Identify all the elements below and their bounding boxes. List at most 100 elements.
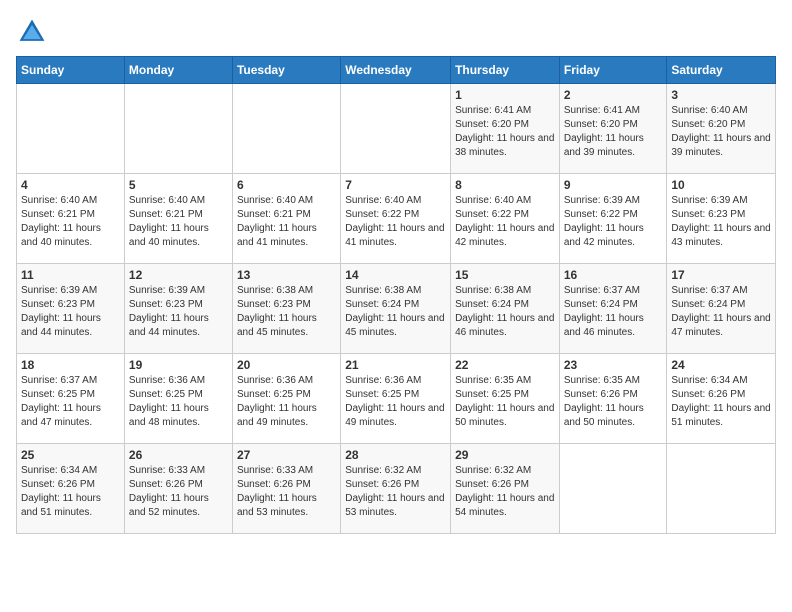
day-info: Sunrise: 6:36 AM Sunset: 6:25 PM Dayligh… xyxy=(129,374,228,430)
day-number: 27 xyxy=(237,448,336,462)
day-header-thursday: Thursday xyxy=(451,57,560,84)
day-info: Sunrise: 6:37 AM Sunset: 6:24 PM Dayligh… xyxy=(671,284,771,340)
calendar-cell: 9 Sunrise: 6:39 AM Sunset: 6:22 PM Daylig… xyxy=(559,174,667,264)
day-header-friday: Friday xyxy=(559,57,667,84)
calendar-cell xyxy=(667,444,776,534)
calendar-cell: 24 Sunrise: 6:34 AM Sunset: 6:26 PM Dayli… xyxy=(667,354,776,444)
day-info: Sunrise: 6:35 AM Sunset: 6:25 PM Dayligh… xyxy=(455,374,555,430)
calendar-cell: 20 Sunrise: 6:36 AM Sunset: 6:25 PM Dayli… xyxy=(232,354,340,444)
day-info: Sunrise: 6:39 AM Sunset: 6:23 PM Dayligh… xyxy=(129,284,228,340)
day-number: 23 xyxy=(564,358,663,372)
day-number: 2 xyxy=(564,88,663,102)
day-info: Sunrise: 6:40 AM Sunset: 6:22 PM Dayligh… xyxy=(455,194,555,250)
calendar-cell: 8 Sunrise: 6:40 AM Sunset: 6:22 PM Daylig… xyxy=(451,174,560,264)
logo xyxy=(16,16,52,48)
calendar-cell xyxy=(232,84,340,174)
day-number: 14 xyxy=(345,268,446,282)
day-number: 25 xyxy=(21,448,120,462)
day-number: 20 xyxy=(237,358,336,372)
calendar-cell xyxy=(559,444,667,534)
calendar-table: SundayMondayTuesdayWednesdayThursdayFrid… xyxy=(16,56,776,534)
day-info: Sunrise: 6:39 AM Sunset: 6:23 PM Dayligh… xyxy=(671,194,771,250)
calendar-cell: 7Sunrise: 6:40 AM Sunset: 6:22 PM Daylig… xyxy=(341,174,451,264)
day-info: Sunrise: 6:34 AM Sunset: 6:26 PM Dayligh… xyxy=(671,374,771,430)
day-number: 5 xyxy=(129,178,228,192)
calendar-cell: 17 Sunrise: 6:37 AM Sunset: 6:24 PM Dayli… xyxy=(667,264,776,354)
calendar-cell: 13 Sunrise: 6:38 AM Sunset: 6:23 PM Dayli… xyxy=(232,264,340,354)
calendar-cell: 28 Sunrise: 6:32 AM Sunset: 6:26 PM Dayli… xyxy=(341,444,451,534)
day-number: 11 xyxy=(21,268,120,282)
day-number: 12 xyxy=(129,268,228,282)
day-number: 8 xyxy=(455,178,555,192)
day-number: 10 xyxy=(671,178,771,192)
calendar-cell: 22 Sunrise: 6:35 AM Sunset: 6:25 PM Dayli… xyxy=(451,354,560,444)
calendar-cell: 26 Sunrise: 6:33 AM Sunset: 6:26 PM Dayli… xyxy=(124,444,232,534)
day-number: 16 xyxy=(564,268,663,282)
calendar-cell: 27 Sunrise: 6:33 AM Sunset: 6:26 PM Dayli… xyxy=(232,444,340,534)
calendar-cell: 23 Sunrise: 6:35 AM Sunset: 6:26 PM Dayli… xyxy=(559,354,667,444)
day-info: Sunrise: 6:32 AM Sunset: 6:26 PM Dayligh… xyxy=(455,464,555,520)
day-header-sunday: Sunday xyxy=(17,57,125,84)
day-info: Sunrise: 6:40 AM Sunset: 6:21 PM Dayligh… xyxy=(129,194,228,250)
day-number: 19 xyxy=(129,358,228,372)
day-number: 22 xyxy=(455,358,555,372)
day-info: Sunrise: 6:33 AM Sunset: 6:26 PM Dayligh… xyxy=(237,464,336,520)
calendar-cell: 21 Sunrise: 6:36 AM Sunset: 6:25 PM Dayli… xyxy=(341,354,451,444)
day-info: Sunrise: 6:38 AM Sunset: 6:24 PM Dayligh… xyxy=(455,284,555,340)
calendar-cell: 15 Sunrise: 6:38 AM Sunset: 6:24 PM Dayli… xyxy=(451,264,560,354)
day-info: Sunrise: 6:37 AM Sunset: 6:24 PM Dayligh… xyxy=(564,284,663,340)
logo-icon xyxy=(16,16,48,48)
calendar-cell: 12 Sunrise: 6:39 AM Sunset: 6:23 PM Dayli… xyxy=(124,264,232,354)
day-number: 15 xyxy=(455,268,555,282)
day-info: Sunrise: 6:38 AM Sunset: 6:24 PM Dayligh… xyxy=(345,284,446,340)
calendar-cell: 14 Sunrise: 6:38 AM Sunset: 6:24 PM Dayli… xyxy=(341,264,451,354)
calendar-cell: 16 Sunrise: 6:37 AM Sunset: 6:24 PM Dayli… xyxy=(559,264,667,354)
day-info: Sunrise: 6:34 AM Sunset: 6:26 PM Dayligh… xyxy=(21,464,120,520)
day-number: 6 xyxy=(237,178,336,192)
day-info: Sunrise: 6:32 AM Sunset: 6:26 PM Dayligh… xyxy=(345,464,446,520)
day-info: Sunrise: 6:40 AM Sunset: 6:21 PM Dayligh… xyxy=(21,194,120,250)
calendar-cell xyxy=(341,84,451,174)
calendar-cell: 10 Sunrise: 6:39 AM Sunset: 6:23 PM Dayli… xyxy=(667,174,776,264)
day-info: Sunrise: 6:39 AM Sunset: 6:22 PM Dayligh… xyxy=(564,194,663,250)
day-number: 17 xyxy=(671,268,771,282)
calendar-cell: 25 Sunrise: 6:34 AM Sunset: 6:26 PM Dayli… xyxy=(17,444,125,534)
calendar-week-row: 25 Sunrise: 6:34 AM Sunset: 6:26 PM Dayli… xyxy=(17,444,776,534)
day-number: 29 xyxy=(455,448,555,462)
day-number: 28 xyxy=(345,448,446,462)
day-header-saturday: Saturday xyxy=(667,57,776,84)
calendar-cell: 6 Sunrise: 6:40 AM Sunset: 6:21 PM Daylig… xyxy=(232,174,340,264)
calendar-week-row: 4 Sunrise: 6:40 AM Sunset: 6:21 PM Daylig… xyxy=(17,174,776,264)
calendar-cell: 2 Sunrise: 6:41 AM Sunset: 6:20 PM Daylig… xyxy=(559,84,667,174)
day-number: 21 xyxy=(345,358,446,372)
day-number: 1 xyxy=(455,88,555,102)
day-info: Sunrise: 6:36 AM Sunset: 6:25 PM Dayligh… xyxy=(345,374,446,430)
day-info: Sunrise: 6:40 AM Sunset: 6:21 PM Dayligh… xyxy=(237,194,336,250)
calendar-cell: 19 Sunrise: 6:36 AM Sunset: 6:25 PM Dayli… xyxy=(124,354,232,444)
day-number: 26 xyxy=(129,448,228,462)
calendar-cell xyxy=(124,84,232,174)
calendar-cell xyxy=(17,84,125,174)
day-number: 18 xyxy=(21,358,120,372)
calendar-week-row: 1 Sunrise: 6:41 AM Sunset: 6:20 PM Daylig… xyxy=(17,84,776,174)
day-number: 9 xyxy=(564,178,663,192)
calendar-week-row: 18Sunrise: 6:37 AM Sunset: 6:25 PM Dayli… xyxy=(17,354,776,444)
day-number: 24 xyxy=(671,358,771,372)
day-number: 4 xyxy=(21,178,120,192)
day-info: Sunrise: 6:33 AM Sunset: 6:26 PM Dayligh… xyxy=(129,464,228,520)
day-info: Sunrise: 6:41 AM Sunset: 6:20 PM Dayligh… xyxy=(564,104,663,160)
day-info: Sunrise: 6:41 AM Sunset: 6:20 PM Dayligh… xyxy=(455,104,555,160)
day-info: Sunrise: 6:35 AM Sunset: 6:26 PM Dayligh… xyxy=(564,374,663,430)
day-info: Sunrise: 6:38 AM Sunset: 6:23 PM Dayligh… xyxy=(237,284,336,340)
calendar-cell: 5 Sunrise: 6:40 AM Sunset: 6:21 PM Daylig… xyxy=(124,174,232,264)
calendar-cell: 3Sunrise: 6:40 AM Sunset: 6:20 PM Daylig… xyxy=(667,84,776,174)
day-info: Sunrise: 6:36 AM Sunset: 6:25 PM Dayligh… xyxy=(237,374,336,430)
calendar-cell: 11 Sunrise: 6:39 AM Sunset: 6:23 PM Dayli… xyxy=(17,264,125,354)
day-header-tuesday: Tuesday xyxy=(232,57,340,84)
day-header-monday: Monday xyxy=(124,57,232,84)
page-header xyxy=(16,16,776,48)
day-number: 13 xyxy=(237,268,336,282)
calendar-cell: 4 Sunrise: 6:40 AM Sunset: 6:21 PM Daylig… xyxy=(17,174,125,264)
day-info: Sunrise: 6:39 AM Sunset: 6:23 PM Dayligh… xyxy=(21,284,120,340)
day-info: Sunrise: 6:40 AM Sunset: 6:22 PM Dayligh… xyxy=(345,194,446,250)
